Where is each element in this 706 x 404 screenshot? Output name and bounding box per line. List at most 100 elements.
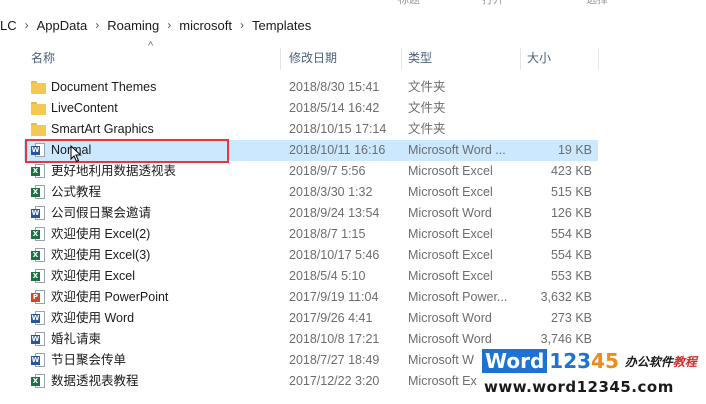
file-name: 公式教程 [51,185,102,199]
file-size: 554 KB [550,227,592,241]
file-name: 公司假日聚会邀请 [51,206,152,220]
column-name[interactable]: 名称 [31,44,55,72]
word-icon: W [31,311,46,326]
sort-ascending-icon: ^ [148,40,154,52]
excel-icon: X [31,269,46,284]
watermark-tagline-accent: 教程 [672,354,697,369]
file-name: 婚礼请柬 [51,332,102,346]
file-size: 515 KB [550,185,592,199]
file-type: Microsoft Excel [408,185,493,199]
address-bar[interactable]: LC › AppData › Roaming › microsoft › Tem… [0,11,706,39]
folder-icon [31,122,46,137]
excel-icon: X [31,164,46,179]
column-header: ^ 名称 修改日期 类型 大小 [0,40,706,72]
file-row[interactable]: P 欢迎使用 PowerPoint 2017/9/19 11:04 Microsoft… [0,287,706,308]
file-row[interactable]: X 欢迎使用 Excel(3) 2018/10/17 5:46 Microsoft E… [0,245,706,266]
breadcrumb-segment[interactable]: Templates [252,18,311,33]
file-date: 2018/10/11 16:16 [289,143,386,157]
file-size: 273 KB [550,311,592,325]
top-strip-item: 打开 [482,0,504,6]
file-type: Microsoft Excel [408,248,493,262]
column-divider[interactable] [598,48,599,70]
file-date: 2017/12/22 3:20 [289,374,380,388]
column-divider[interactable] [280,48,281,70]
file-size: 19 KB [557,143,592,157]
excel-icon: X [31,248,46,263]
watermark-logo: Word 12345 办公软件教程 www.word12345.com [478,345,706,404]
file-type: Microsoft W [408,353,474,367]
file-date: 2018/5/14 16:42 [289,101,380,115]
column-type[interactable]: 类型 [408,44,432,72]
file-type: Microsoft Word ... [408,143,506,157]
chevron-right-icon[interactable]: › [167,18,171,32]
file-row[interactable]: X 更好地利用数据透视表 2018/9/7 5:56 Microsoft Excel 4… [0,161,706,182]
top-strip-item: 选择 [586,0,608,6]
column-divider[interactable] [401,48,402,70]
watermark-number-a: 123 [549,349,592,373]
breadcrumb-segment[interactable]: LC [0,18,17,33]
file-name: Document Themes [51,80,157,94]
file-type: Microsoft Word [408,311,492,325]
file-name: SmartArt Graphics [51,122,154,136]
file-row[interactable]: X 欢迎使用 Excel 2018/5/4 5:10 Microsoft Excel 5… [0,266,706,287]
word-icon: W [31,353,46,368]
file-name: 欢迎使用 Excel(2) [51,227,151,241]
powerpoint-icon: P [31,290,46,305]
breadcrumb-segment[interactable]: AppData [37,18,88,33]
file-name: 欢迎使用 Excel(3) [51,248,151,262]
file-type: 文件夹 [408,80,446,94]
watermark-url: www.word12345.com [484,378,674,396]
file-date: 2018/10/17 5:46 [289,248,380,262]
file-name: 欢迎使用 Word [51,311,135,325]
excel-icon: X [31,185,46,200]
mouse-cursor-icon [70,145,82,163]
watermark-tagline: 办公软件 [624,354,673,369]
file-row[interactable]: X 公式教程 2018/3/30 1:32 Microsoft Excel 515 KB [0,182,706,203]
file-size: 3,632 KB [540,290,592,304]
breadcrumb-segment[interactable]: Roaming [107,18,159,33]
file-date: 2018/9/7 5:56 [289,164,366,178]
file-size: 126 KB [550,206,592,220]
file-date: 2018/7/27 18:49 [289,353,380,367]
file-name: 更好地利用数据透视表 [51,164,177,178]
file-name: LiveContent [51,101,118,115]
file-type: 文件夹 [408,101,446,115]
file-type: Microsoft Ex [408,374,477,388]
column-size[interactable]: 大小 [527,44,551,72]
file-date: 2018/8/30 15:41 [289,80,380,94]
excel-icon: X [31,374,46,389]
file-row[interactable]: W 欢迎使用 Word 2017/9/26 4:41 Microsoft Word 27… [0,308,706,329]
watermark-number-b: 45 [591,349,619,373]
file-date: 2018/3/30 1:32 [289,185,373,199]
file-date: 2017/9/19 11:04 [289,290,379,304]
file-date: 2018/8/7 1:15 [289,227,366,241]
column-divider[interactable] [520,48,521,70]
highlight-box [25,139,229,163]
file-date: 2018/9/24 13:54 [289,206,380,220]
file-row[interactable]: SmartArt Graphics 2018/10/15 17:14 文件夹 [0,119,706,140]
file-name: 节日聚会传单 [51,353,127,367]
chevron-right-icon[interactable]: › [95,18,99,32]
watermark-brand: Word [482,349,548,373]
file-size: 553 KB [550,269,592,283]
top-strip-item: 标题 [398,0,420,6]
excel-icon: X [31,227,46,242]
file-row[interactable]: LiveContent 2018/5/14 16:42 文件夹 [0,98,706,119]
file-type: Microsoft Excel [408,164,493,178]
breadcrumb-segment[interactable]: microsoft [179,18,232,33]
file-row[interactable]: X 欢迎使用 Excel(2) 2018/8/7 1:15 Microsoft Exc… [0,224,706,245]
file-date: 2018/5/4 5:10 [289,269,366,283]
file-size: 554 KB [550,248,592,262]
file-date: 2018/10/15 17:14 [289,122,387,136]
chevron-right-icon[interactable]: › [240,18,244,32]
file-type: Microsoft Excel [408,269,493,283]
file-name: 欢迎使用 Excel [51,269,136,283]
file-name: 欢迎使用 PowerPoint [51,290,169,304]
file-type: 文件夹 [408,122,446,136]
file-type: Microsoft Excel [408,227,493,241]
chevron-right-icon[interactable]: › [25,18,29,32]
folder-icon [31,101,46,116]
file-row[interactable]: Document Themes 2018/8/30 15:41 文件夹 [0,77,706,98]
column-date[interactable]: 修改日期 [289,44,337,72]
file-row[interactable]: W 公司假日聚会邀请 2018/9/24 13:54 Microsoft Word 12… [0,203,706,224]
